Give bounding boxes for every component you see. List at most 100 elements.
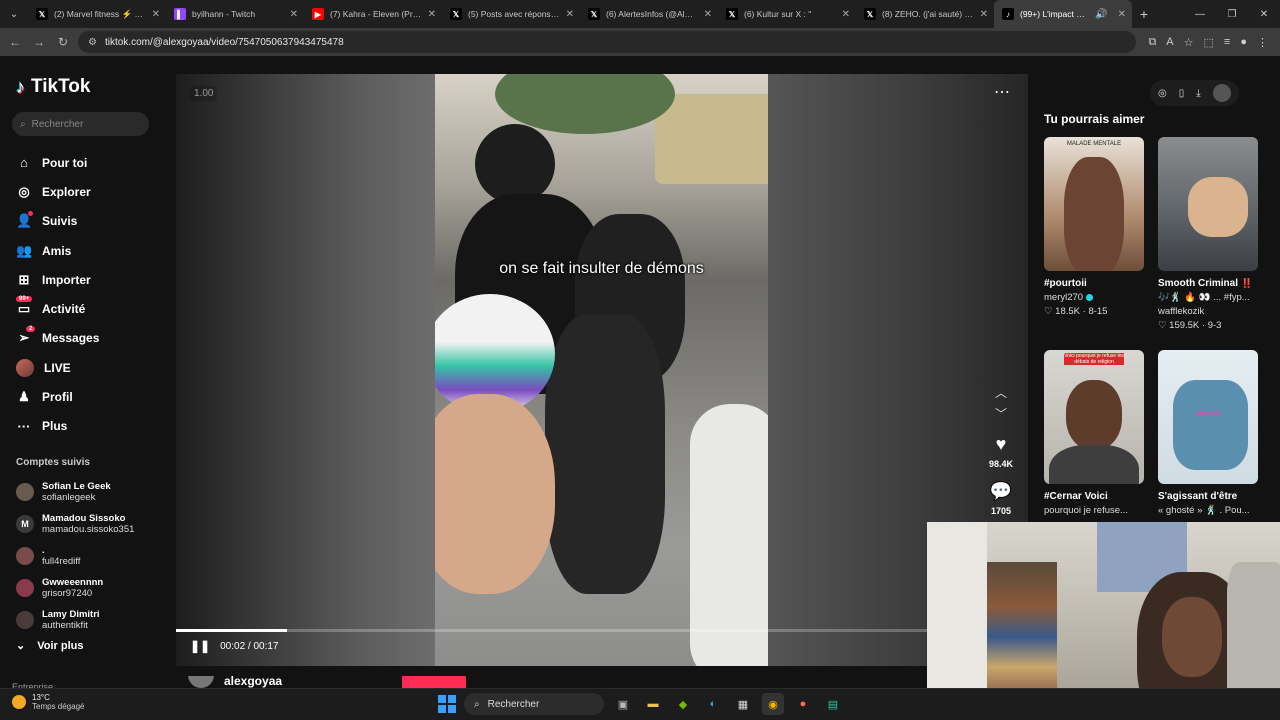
video-thumbnail[interactable]: Voici pourquoi je refuse les débats de r…	[1044, 350, 1144, 484]
messenger-app-icon[interactable]: ▤	[822, 693, 844, 715]
install-app-icon[interactable]: ⧉	[1148, 36, 1156, 49]
tab-close-icon[interactable]: ✕	[842, 9, 850, 20]
playback-speed[interactable]: 1.00	[190, 86, 218, 101]
media-controls-icon[interactable]: ≡	[1224, 36, 1230, 49]
tab-4[interactable]: 𝕏 (6) AlertesInfos (@Alerte ✕	[580, 0, 718, 28]
user-avatar[interactable]	[1212, 84, 1231, 102]
nav-item-plus[interactable]: ··· Plus	[16, 412, 99, 441]
new-tab-button[interactable]: +	[1132, 6, 1156, 22]
see-more-button[interactable]: ⌄ Voir plus	[16, 639, 84, 653]
follow-button[interactable]	[402, 676, 467, 688]
video-thumbnail[interactable]: GHOSTE	[1158, 350, 1258, 484]
bookmark-star-icon[interactable]: ☆	[1184, 36, 1194, 49]
tab-close-icon[interactable]: ✕	[566, 9, 574, 20]
tab-2[interactable]: ▶ (7) Kahra - Eleven (Prod. ✕	[304, 0, 442, 28]
search-icon: ⌕	[20, 118, 26, 130]
tab-search-chevron-icon[interactable]: ⌄	[0, 0, 28, 28]
download-icon[interactable]: ⤓	[1196, 88, 1200, 99]
recommended-video[interactable]: Smooth Criminal ‼️ 🎶🕺 🔥 👀 ... #fyp... wa…	[1158, 137, 1258, 331]
close-window-icon[interactable]: ✕	[1248, 0, 1280, 28]
following-account[interactable]: Sofian Le Geek sofianlegeek	[16, 476, 166, 508]
reload-icon[interactable]: ↻	[54, 35, 72, 49]
tab-close-icon[interactable]: ✕	[1118, 9, 1126, 20]
taskbar-search[interactable]: ⌕ Rechercher	[464, 693, 604, 715]
nav-item-pour-toi[interactable]: ⌂ Pour toi	[16, 148, 99, 177]
video-thumbnail[interactable]	[1158, 137, 1258, 271]
tab-close-icon[interactable]: ✕	[152, 9, 160, 20]
extensions-icon[interactable]: ⬚	[1204, 36, 1214, 49]
heart-outline-icon: ♡	[1044, 306, 1056, 317]
tab-1[interactable]: ▌ byilhann - Twitch ✕	[166, 0, 304, 28]
coins-icon[interactable]: ◎	[1158, 88, 1167, 99]
tab-7-active[interactable]: ♪ (99+) L'impact des vid 🔊 ✕	[994, 0, 1132, 28]
nav-item-profil[interactable]: ♟ Profil	[16, 382, 99, 411]
video-player[interactable]: on se fait insulter de démons 1.00 ⋯ ︿ ﹀…	[176, 74, 1028, 666]
tiktok-logo[interactable]: ♪ TikTok	[16, 76, 90, 98]
following-account[interactable]: M Mamadou Sissoko mamadou.sissoko351	[16, 508, 166, 540]
video-subtitle: 🎶🕺 🔥 👀 ... #fyp...	[1158, 292, 1250, 303]
address-bar[interactable]: ⚙ tiktok.com/@alexgoyaa/video/7547050637…	[78, 31, 1137, 53]
forward-icon[interactable]: →	[30, 35, 48, 49]
following-account[interactable]: . full4rediff	[16, 540, 166, 572]
tab-close-icon[interactable]: ✕	[428, 9, 436, 20]
more-options-icon[interactable]: ⋯	[994, 82, 1010, 102]
nav-item-amis[interactable]: 👥 Amis	[16, 236, 99, 265]
notification-dot	[28, 210, 33, 216]
tab-close-icon[interactable]: ✕	[290, 9, 298, 20]
heart-icon[interactable]: ♥	[996, 434, 1007, 455]
account-name: .	[42, 544, 45, 556]
profile-avatar-icon[interactable]: ●	[1240, 36, 1247, 49]
recommended-video[interactable]: GHOSTE S'agissant d'être « ghosté » 🕺 . …	[1158, 350, 1258, 516]
next-video-icon[interactable]: ﹀	[995, 405, 1007, 422]
nav-item-messages[interactable]: ➢ 2 Messages	[16, 324, 99, 353]
tab-0[interactable]: 𝕏 (2) Marvel fitness ⚡ (@M ✕	[28, 0, 166, 28]
tab-6[interactable]: 𝕏 (8) ZEHO. (j'ai sauté) ™ ce ✕	[856, 0, 994, 28]
site-info-icon[interactable]: ⚙	[88, 37, 97, 48]
minimize-icon[interactable]: —	[1184, 0, 1216, 28]
nav-item-activite[interactable]: ▭ 99+ Activité	[16, 294, 99, 323]
audio-icon[interactable]: 🔊	[1095, 9, 1107, 20]
profile-icon: ♟	[18, 389, 30, 405]
nvidia-icon[interactable]: ◆	[672, 693, 694, 715]
video-progress-bar[interactable]	[176, 629, 1028, 632]
youtube-icon: ▶	[312, 8, 324, 20]
x-logo-icon: 𝕏	[726, 8, 738, 20]
following-account[interactable]: Gwweeennnn grisor97240	[16, 572, 166, 604]
device-icon[interactable]: ▯	[1179, 88, 1185, 99]
search-input[interactable]: ⌕ Rechercher	[12, 112, 149, 136]
store-icon[interactable]: ▦	[732, 693, 754, 715]
maximize-icon[interactable]: ❐	[1216, 0, 1248, 28]
back-icon[interactable]: ←	[6, 35, 24, 49]
task-view-icon[interactable]: ▣	[612, 693, 634, 715]
nav-item-live[interactable]: LIVE	[16, 353, 99, 382]
nav-item-suivis[interactable]: 👤 Suivis	[16, 207, 99, 236]
author-username[interactable]: alexgoyaa	[224, 676, 282, 688]
nav-item-importer[interactable]: ⊞ Importer	[16, 265, 99, 294]
previous-video-icon[interactable]: ︿	[995, 384, 1007, 401]
recommended-video[interactable]: MALADE MENTALE #pourtoii meryl270 ♡ 18.5…	[1044, 137, 1144, 317]
avatar[interactable]	[188, 676, 214, 688]
chrome-icon[interactable]: ◉	[762, 693, 784, 715]
pause-icon[interactable]: ❚❚	[190, 639, 210, 653]
tab-5[interactable]: 𝕏 (6) Kultur sur X : " ✕	[718, 0, 856, 28]
nav-item-explorer[interactable]: ◎ Explorer	[16, 177, 99, 206]
weather-widget[interactable]: 13°C Temps dégagé	[12, 693, 84, 711]
file-explorer-icon[interactable]: ▬	[642, 693, 664, 715]
taskbar-search-label: Rechercher	[487, 698, 540, 710]
recommended-video[interactable]: Voici pourquoi je refuse les débats de r…	[1044, 350, 1144, 516]
browser-menu-icon[interactable]: ⋮	[1257, 36, 1268, 49]
firefox-icon[interactable]: ●	[792, 693, 814, 715]
tab-3[interactable]: 𝕏 (5) Posts avec réponses d ✕	[442, 0, 580, 28]
following-icon: 👤	[16, 213, 33, 229]
windows-start-icon[interactable]	[438, 695, 456, 713]
tab-close-icon[interactable]: ✕	[980, 9, 988, 20]
video-thumbnail[interactable]: MALADE MENTALE	[1044, 137, 1144, 271]
tab-close-icon[interactable]: ✕	[704, 9, 712, 20]
translate-icon[interactable]: A	[1166, 36, 1173, 49]
following-account[interactable]: Lamy Dimitri authentikfit	[16, 604, 166, 636]
comment-icon[interactable]: 💬	[990, 481, 1012, 502]
see-more-label: Voir plus	[37, 639, 84, 652]
nav-label: Pour toi	[42, 155, 88, 170]
video-frame[interactable]: on se fait insulter de démons	[435, 74, 768, 666]
edge-icon[interactable]: ◐	[702, 693, 724, 715]
